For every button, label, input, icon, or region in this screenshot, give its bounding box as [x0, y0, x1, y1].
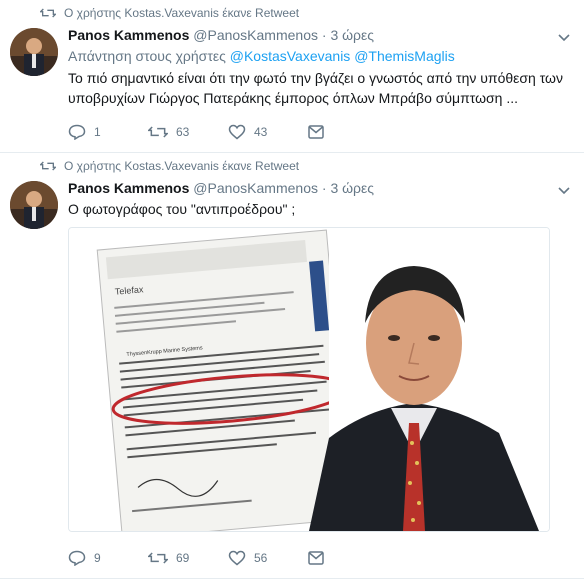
- chevron-down-icon[interactable]: [558, 187, 570, 195]
- like-button[interactable]: 43: [228, 124, 308, 140]
- username[interactable]: @PanosKammenos: [193, 27, 318, 43]
- username[interactable]: @PanosKammenos: [193, 180, 318, 196]
- retweet-icon: [148, 126, 168, 138]
- tweet-text: Ο φωτογράφος του "αντιπροέδρου" ;: [68, 201, 296, 217]
- retweet-label: Ο χρήστης Kostas.Vaxevanis έκανε Retweet: [64, 6, 300, 20]
- retweet-icon: [40, 161, 56, 171]
- retweet-count: 69: [176, 551, 190, 565]
- retweet-icon: [40, 8, 56, 18]
- like-count: 56: [254, 551, 268, 565]
- reply-icon: [68, 124, 86, 140]
- mention-link[interactable]: @ThemisMaglis: [354, 48, 455, 64]
- tweet-actions: 1 63 43: [68, 124, 388, 140]
- tweet-header: Panos Kammenos @PanosKammenos · 3 ώρες: [68, 179, 570, 197]
- like-icon: [228, 550, 246, 566]
- tweet-header: Panos Kammenos @PanosKammenos · 3 ώρες: [68, 26, 570, 44]
- message-icon: [308, 125, 324, 139]
- retweet-context: Ο χρήστης Kostas.Vaxevanis έκανε Retweet: [40, 6, 299, 20]
- tweet-body: Panos Kammenos @PanosKammenos · 3 ώρες Ο…: [68, 179, 570, 219]
- retweet-count: 63: [176, 125, 190, 139]
- tweet[interactable]: Ο χρήστης Kostas.Vaxevanis έκανε Retweet…: [0, 0, 584, 153]
- message-button[interactable]: [308, 125, 388, 139]
- retweet-context: Ο χρήστης Kostas.Vaxevanis έκανε Retweet: [40, 159, 299, 173]
- separator-dot: ·: [321, 27, 327, 43]
- reply-context: Απάντηση στους χρήστες @KostasVaxevanis …: [68, 46, 570, 66]
- timestamp[interactable]: 3 ώρες: [330, 27, 374, 43]
- retweet-label: Ο χρήστης Kostas.Vaxevanis έκανε Retweet: [64, 159, 300, 173]
- like-button[interactable]: 56: [228, 550, 308, 566]
- chevron-down-icon[interactable]: [558, 34, 570, 42]
- avatar[interactable]: [10, 28, 58, 76]
- reply-icon: [68, 550, 86, 566]
- like-icon: [228, 124, 246, 140]
- tweet-text: Το πιό σημαντικό είναι ότι την φωτό την …: [68, 70, 563, 106]
- retweet-button[interactable]: 63: [148, 124, 228, 140]
- tweet-actions: 9 69 56: [68, 550, 388, 566]
- like-count: 43: [254, 125, 268, 139]
- retweet-icon: [148, 552, 168, 564]
- display-name[interactable]: Panos Kammenos: [68, 27, 189, 43]
- separator-dot: ·: [321, 180, 327, 196]
- reply-button[interactable]: 1: [68, 124, 148, 140]
- tweet-image[interactable]: Telefax ThyssenKrupp Marine Systems: [68, 227, 550, 532]
- message-button[interactable]: [308, 551, 388, 565]
- message-icon: [308, 551, 324, 565]
- mention-link[interactable]: @KostasVaxevanis: [230, 48, 351, 64]
- tweet-body: Panos Kammenos @PanosKammenos · 3 ώρες Α…: [68, 26, 570, 108]
- retweet-button[interactable]: 69: [148, 550, 228, 566]
- reply-count: 9: [94, 551, 101, 565]
- tweet[interactable]: Ο χρήστης Kostas.Vaxevanis έκανε Retweet…: [0, 153, 584, 579]
- timestamp[interactable]: 3 ώρες: [330, 180, 374, 196]
- reply-count: 1: [94, 125, 101, 139]
- reply-button[interactable]: 9: [68, 550, 148, 566]
- avatar[interactable]: [10, 181, 58, 229]
- reply-prefix: Απάντηση στους χρήστες: [68, 48, 226, 64]
- display-name[interactable]: Panos Kammenos: [68, 180, 189, 196]
